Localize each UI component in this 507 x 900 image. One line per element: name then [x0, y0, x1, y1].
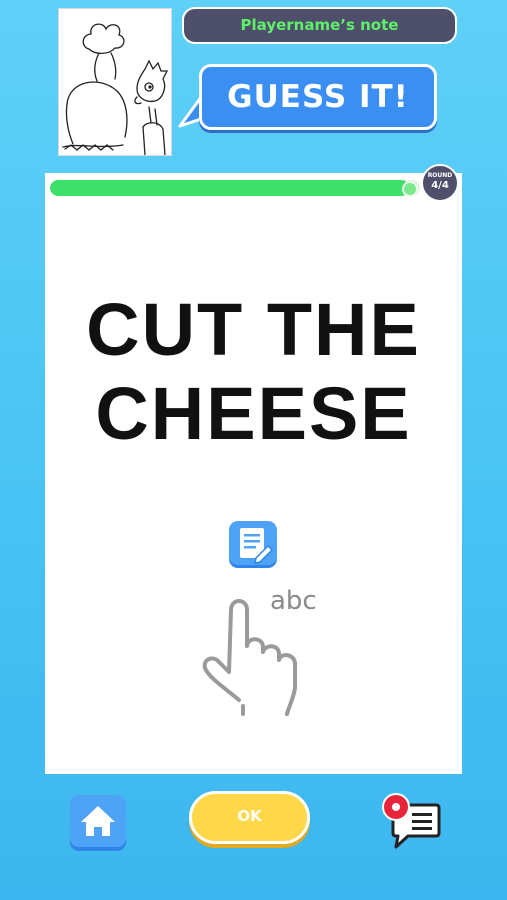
time-progress-bar — [50, 180, 420, 196]
notepad-pencil-icon[interactable] — [228, 520, 278, 572]
report-chat-icon[interactable] — [376, 791, 442, 853]
prompt-line-1: CUT THE — [86, 288, 421, 371]
round-badge: ROUND 4/4 — [421, 164, 459, 202]
player-note-title: Playername’s note — [182, 7, 457, 44]
progress-end-icon — [402, 181, 418, 197]
ok-button[interactable]: OK — [189, 791, 310, 844]
round-value: 4/4 — [431, 180, 449, 191]
home-icon[interactable] — [69, 794, 127, 852]
round-label: ROUND — [427, 172, 453, 179]
prompt-phrase: CUT THE CHEESE — [45, 288, 462, 456]
time-progress-fill — [50, 180, 409, 196]
tutorial-abc-text: abc — [270, 586, 317, 616]
guess-it-banner: GUESS IT! — [199, 64, 437, 130]
prompt-line-2: CHEESE — [95, 372, 412, 455]
player-drawing-thumbnail[interactable] — [58, 8, 172, 156]
drawing-sketch — [62, 23, 169, 156]
